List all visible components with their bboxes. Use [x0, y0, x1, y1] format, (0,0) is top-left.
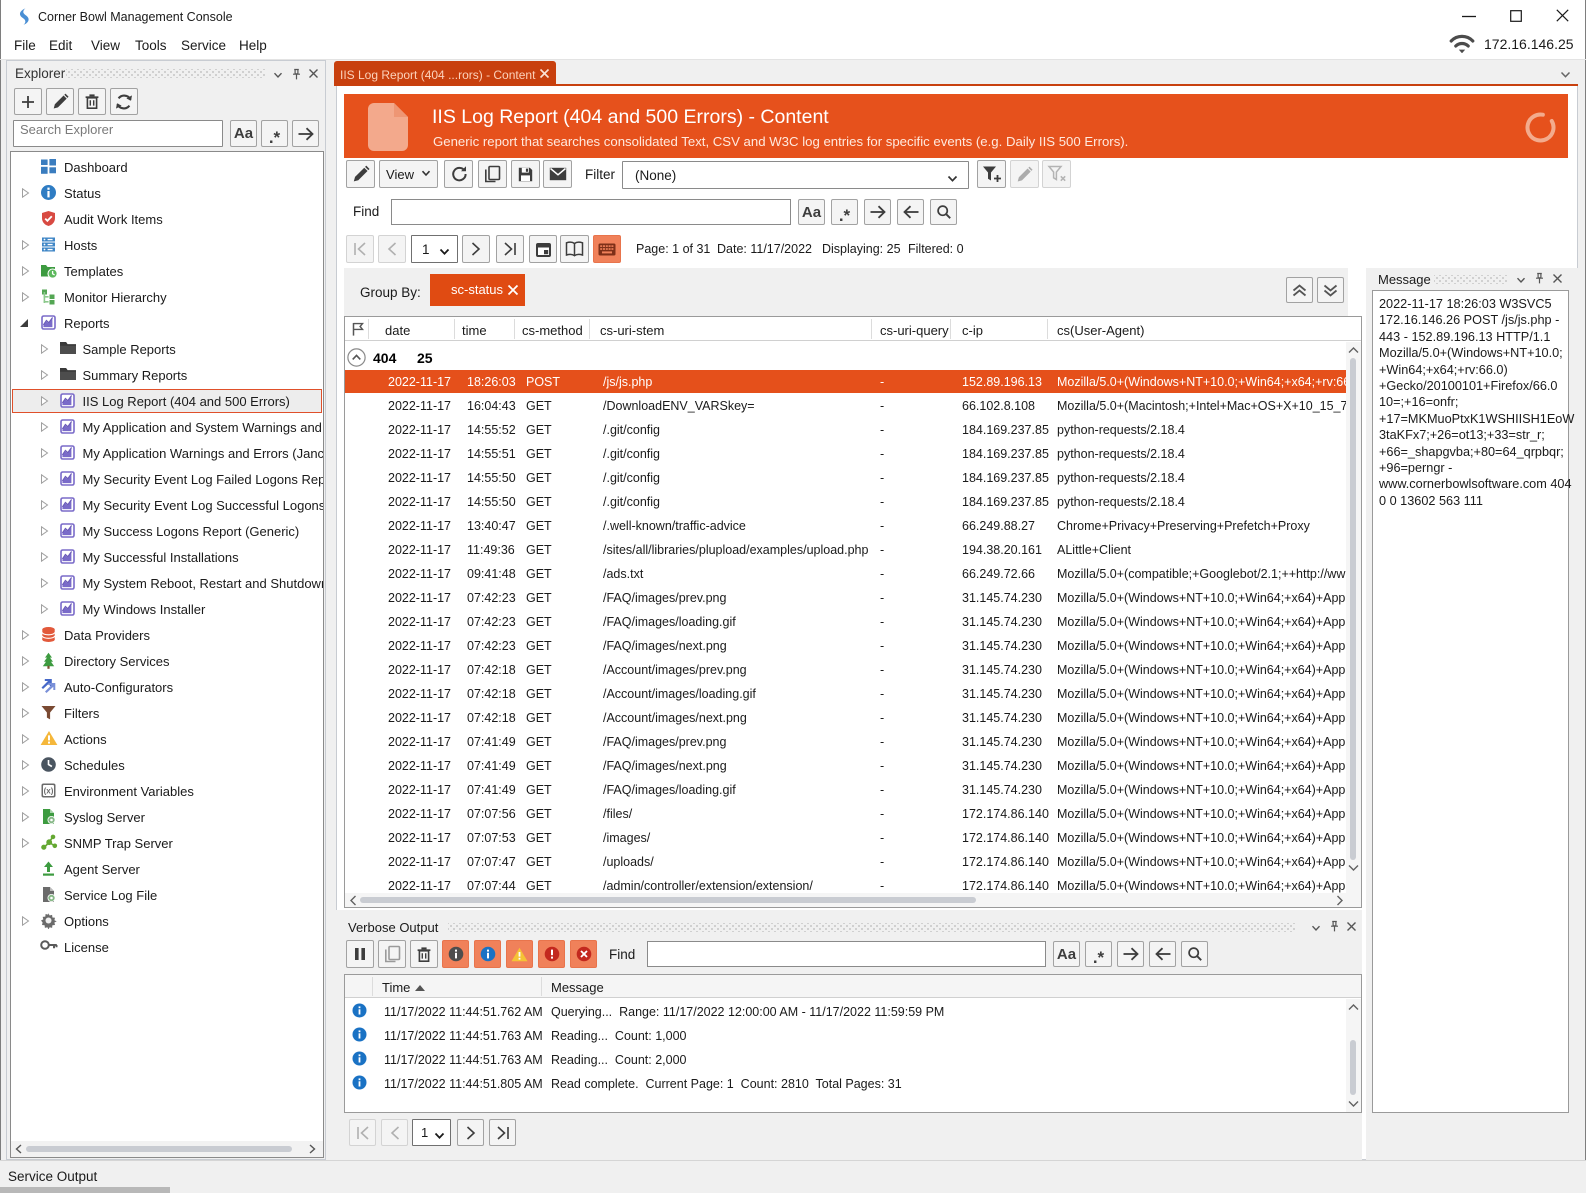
svg-text:(x): (x) [44, 787, 54, 796]
